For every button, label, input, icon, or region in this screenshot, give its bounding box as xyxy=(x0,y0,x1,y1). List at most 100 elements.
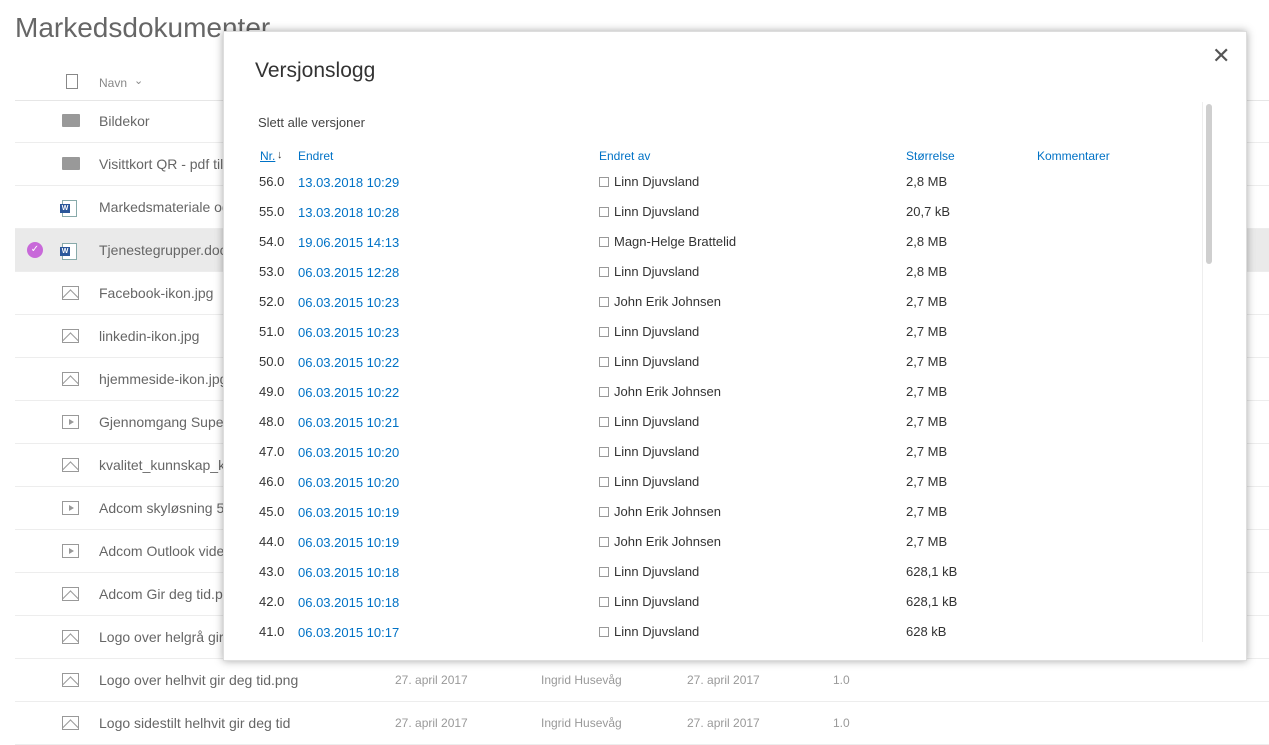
file-name[interactable]: linkedin-ikon.jpg xyxy=(99,328,199,344)
version-date-link[interactable]: 06.03.2015 10:19 xyxy=(298,505,399,520)
file-size: 2,7 MB xyxy=(906,294,948,309)
version-date-link[interactable]: 06.03.2015 10:18 xyxy=(298,565,399,580)
version-history-dialog: Versjonslogg ✕ Slett alle versjoner Nr. … xyxy=(223,31,1247,661)
file-size: 2,7 MB xyxy=(906,414,948,429)
presence-checkbox[interactable] xyxy=(599,177,609,187)
presence-checkbox[interactable] xyxy=(599,627,609,637)
file-name[interactable]: Facebook-ikon.jpg xyxy=(99,285,213,301)
file-name[interactable]: Adcom Gir deg tid.p xyxy=(99,586,223,602)
file-size: 2,7 MB xyxy=(906,384,948,399)
version-number: 1.0 xyxy=(833,673,850,687)
version-number: 50.0 xyxy=(259,354,285,369)
chevron-down-icon[interactable]: ⌄ xyxy=(134,74,143,87)
presence-checkbox[interactable] xyxy=(599,417,609,427)
image-icon xyxy=(62,673,79,687)
version-number: 43.0 xyxy=(259,564,285,579)
file-name[interactable]: Markedsmateriale og xyxy=(99,199,230,215)
image-icon xyxy=(62,716,79,730)
word-document-icon xyxy=(60,200,77,217)
image-icon xyxy=(62,458,79,472)
version-number: 52.0 xyxy=(259,294,285,309)
version-row: 53.0 06.03.2015 12:28 Linn Djuvsland 2,8 MB xyxy=(224,264,1216,294)
presence-checkbox[interactable] xyxy=(599,327,609,337)
created-date: 27. april 2017 xyxy=(687,716,760,730)
file-name[interactable]: Gjennomgang Super xyxy=(99,414,228,430)
version-date-link[interactable]: 06.03.2015 10:18 xyxy=(298,595,399,610)
version-date-link[interactable]: 06.03.2015 10:23 xyxy=(298,295,399,310)
version-number: 41.0 xyxy=(259,624,285,639)
delete-all-versions-link[interactable]: Slett alle versjoner xyxy=(258,115,365,130)
version-date-link[interactable]: 06.03.2015 10:17 xyxy=(298,625,399,640)
version-date-link[interactable]: 06.03.2015 10:23 xyxy=(298,325,399,340)
version-number: 48.0 xyxy=(259,414,285,429)
modified-column-header[interactable]: Endret xyxy=(298,149,333,163)
file-size: 2,8 MB xyxy=(906,174,948,189)
modified-by: Ingrid Husevåg xyxy=(541,716,622,730)
file-name[interactable]: Logo over helhvit gir deg tid.png xyxy=(99,672,298,688)
file-size: 2,7 MB xyxy=(906,474,948,489)
modified-by-user: Linn Djuvsland xyxy=(614,564,700,579)
file-name[interactable]: Logo sidestilt helhvit gir deg tid xyxy=(99,715,290,731)
size-column-header[interactable]: Størrelse xyxy=(906,149,955,163)
version-date-link[interactable]: 06.03.2015 10:22 xyxy=(298,385,399,400)
modified-by-user: Linn Djuvsland xyxy=(614,174,700,189)
file-size: 20,7 kB xyxy=(906,204,951,219)
modified-by-column-header[interactable]: Endret av xyxy=(599,149,650,163)
modified-by-user: Magn-Helge Brattelid xyxy=(614,234,737,249)
file-row[interactable]: Logo over helhvit gir deg tid.png 27. apr… xyxy=(15,659,1269,702)
file-name[interactable]: hjemmeside-ikon.jpg xyxy=(99,371,227,387)
version-date-link[interactable]: 06.03.2015 10:19 xyxy=(298,535,399,550)
name-column-header[interactable]: Navn xyxy=(99,76,127,90)
version-row: 51.0 06.03.2015 10:23 Linn Djuvsland 2,7 MB xyxy=(224,324,1216,354)
version-date-link[interactable]: 06.03.2015 10:22 xyxy=(298,355,399,370)
file-name[interactable]: Tjenestegrupper.doc xyxy=(99,242,227,258)
image-icon xyxy=(62,630,79,644)
presence-checkbox[interactable] xyxy=(599,237,609,247)
file-name[interactable]: Logo over helgrå gir xyxy=(99,629,224,645)
presence-checkbox[interactable] xyxy=(599,357,609,367)
presence-checkbox[interactable] xyxy=(599,297,609,307)
version-row: 46.0 06.03.2015 10:20 Linn Djuvsland 2,7 MB xyxy=(224,474,1216,504)
version-number: 53.0 xyxy=(259,264,285,279)
file-name[interactable]: Visittkort QR - pdf til xyxy=(99,156,223,172)
version-date-link[interactable]: 13.03.2018 10:28 xyxy=(298,205,399,220)
image-icon xyxy=(62,286,79,300)
file-name[interactable]: Adcom Outlook vide xyxy=(99,543,224,559)
presence-checkbox[interactable] xyxy=(599,207,609,217)
checkmark-icon[interactable]: ✓ xyxy=(27,242,43,258)
version-date-link[interactable]: 06.03.2015 10:20 xyxy=(298,475,399,490)
presence-checkbox[interactable] xyxy=(599,507,609,517)
version-date-link[interactable]: 06.03.2015 10:20 xyxy=(298,445,399,460)
presence-checkbox[interactable] xyxy=(599,597,609,607)
video-icon xyxy=(62,544,79,558)
modified-by: Ingrid Husevåg xyxy=(541,673,622,687)
modified-by-user: Linn Djuvsland xyxy=(614,624,700,639)
comments-column-header[interactable]: Kommentarer xyxy=(1037,149,1110,163)
presence-checkbox[interactable] xyxy=(599,567,609,577)
file-name[interactable]: kvalitet_kunnskap_ku xyxy=(99,457,233,473)
close-icon[interactable]: ✕ xyxy=(1212,45,1230,67)
folder-icon xyxy=(62,114,80,127)
scrollbar-thumb[interactable] xyxy=(1206,104,1212,264)
nr-column-header[interactable]: Nr. xyxy=(260,149,275,163)
file-size: 2,8 MB xyxy=(906,234,948,249)
presence-checkbox[interactable] xyxy=(599,387,609,397)
created-date: 27. april 2017 xyxy=(687,673,760,687)
presence-checkbox[interactable] xyxy=(599,477,609,487)
video-icon xyxy=(62,415,79,429)
image-icon xyxy=(62,329,79,343)
version-date-link[interactable]: 13.03.2018 10:29 xyxy=(298,175,399,190)
version-number: 47.0 xyxy=(259,444,285,459)
version-row: 41.0 06.03.2015 10:17 Linn Djuvsland 628 kB xyxy=(224,624,1216,642)
presence-checkbox[interactable] xyxy=(599,447,609,457)
presence-checkbox[interactable] xyxy=(599,537,609,547)
file-row[interactable]: Logo sidestilt helhvit gir deg tid 27. ap… xyxy=(15,702,1269,745)
version-row: 55.0 13.03.2018 10:28 Linn Djuvsland 20,7 k… xyxy=(224,204,1216,234)
presence-checkbox[interactable] xyxy=(599,267,609,277)
version-date-link[interactable]: 19.06.2015 14:13 xyxy=(298,235,399,250)
file-name[interactable]: Bildekor xyxy=(99,113,150,129)
version-date-link[interactable]: 06.03.2015 12:28 xyxy=(298,265,399,280)
file-name[interactable]: Adcom skyløsning 5 xyxy=(99,500,224,516)
version-date-link[interactable]: 06.03.2015 10:21 xyxy=(298,415,399,430)
folder-icon xyxy=(62,157,80,170)
